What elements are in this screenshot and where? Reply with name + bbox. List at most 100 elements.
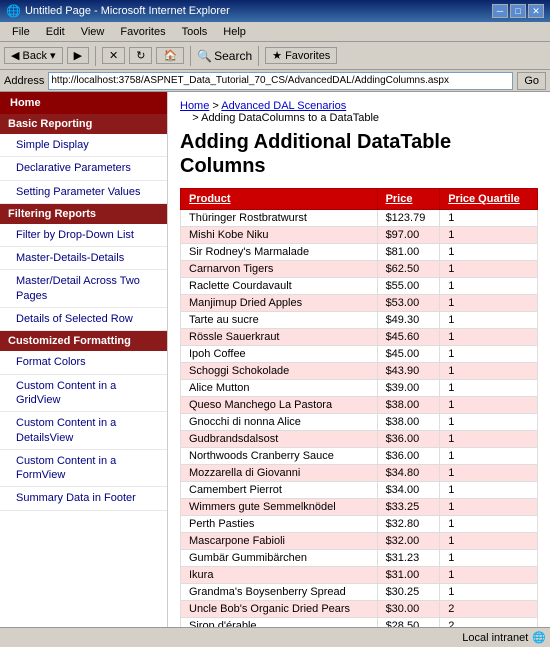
sidebar-home[interactable]: Home	[0, 92, 167, 114]
table-cell: 1	[440, 346, 538, 363]
table-cell: Carnarvon Tigers	[181, 261, 378, 278]
table-cell: Perth Pasties	[181, 516, 378, 533]
table-cell: 1	[440, 227, 538, 244]
menu-tools[interactable]: Tools	[174, 24, 216, 40]
breadcrumb-arrow	[180, 112, 189, 124]
table-row: Mascarpone Fabioli$32.001	[181, 533, 538, 550]
sidebar-item-selected-row[interactable]: Details of Selected Row	[0, 308, 167, 331]
table-cell: Mozzarella di Giovanni	[181, 465, 378, 482]
sidebar-section-customized-formatting: Customized Formatting	[0, 331, 167, 351]
sidebar-item-custom-content-gridview[interactable]: Custom Content in a GridView	[0, 375, 167, 413]
table-cell: 1	[440, 329, 538, 346]
table-row: Northwoods Cranberry Sauce$36.001	[181, 448, 538, 465]
table-cell: $34.00	[377, 482, 440, 499]
home-button[interactable]: 🏠	[156, 47, 184, 64]
window-title: Untitled Page - Microsoft Internet Explo…	[25, 5, 230, 17]
sidebar-item-setting-parameter-values[interactable]: Setting Parameter Values	[0, 181, 167, 204]
table-cell: Grandma's Boysenberry Spread	[181, 584, 378, 601]
table-cell: $39.00	[377, 380, 440, 397]
favorites-button[interactable]: ★ Favorites	[265, 47, 337, 64]
table-cell: $81.00	[377, 244, 440, 261]
menu-favorites[interactable]: Favorites	[112, 24, 173, 40]
table-row: Wimmers gute Semmelknödel$33.251	[181, 499, 538, 516]
sidebar-item-filter-dropdown[interactable]: Filter by Drop-Down List	[0, 224, 167, 247]
sidebar-item-custom-content-detailsview[interactable]: Custom Content in a DetailsView	[0, 412, 167, 450]
table-row: Tarte au sucre$49.301	[181, 312, 538, 329]
table-cell: 1	[440, 533, 538, 550]
page-title: Adding Additional DataTable Columns	[180, 130, 538, 178]
table-cell: 1	[440, 482, 538, 499]
table-cell: 1	[440, 465, 538, 482]
sidebar-item-simple-display[interactable]: Simple Display	[0, 134, 167, 157]
status-bar: Local intranet 🌐	[0, 627, 550, 647]
table-cell: Tarte au sucre	[181, 312, 378, 329]
table-cell: Wimmers gute Semmelknödel	[181, 499, 378, 516]
breadcrumb-home[interactable]: Home	[180, 100, 209, 112]
col-header-price-quartile[interactable]: Price Quartile	[440, 189, 538, 210]
table-cell: $31.00	[377, 567, 440, 584]
stop-button[interactable]: ✕	[102, 47, 125, 64]
table-cell: 1	[440, 550, 538, 567]
toolbar-separator-1	[95, 46, 96, 66]
table-cell: $49.30	[377, 312, 440, 329]
sidebar: Home Basic Reporting Simple Display Decl…	[0, 92, 168, 647]
col-header-price[interactable]: Price	[377, 189, 440, 210]
table-cell: 1	[440, 448, 538, 465]
address-bar: Address Go	[0, 70, 550, 92]
table-row: Sir Rodney's Marmalade$81.001	[181, 244, 538, 261]
menu-edit[interactable]: Edit	[38, 24, 73, 40]
table-cell: $30.00	[377, 601, 440, 618]
table-row: Ipoh Coffee$45.001	[181, 346, 538, 363]
table-cell: Northwoods Cranberry Sauce	[181, 448, 378, 465]
table-cell: $43.90	[377, 363, 440, 380]
title-bar-controls: ─ □ ✕	[492, 4, 544, 18]
table-row: Carnarvon Tigers$62.501	[181, 261, 538, 278]
table-cell: Ikura	[181, 567, 378, 584]
forward-button[interactable]: ▶	[67, 47, 89, 64]
address-input[interactable]	[48, 72, 513, 90]
table-cell: $123.79	[377, 210, 440, 227]
table-row: Mozzarella di Giovanni$34.801	[181, 465, 538, 482]
table-cell: Sir Rodney's Marmalade	[181, 244, 378, 261]
table-cell: 1	[440, 397, 538, 414]
menu-file[interactable]: File	[4, 24, 38, 40]
table-cell: $33.25	[377, 499, 440, 516]
menu-view[interactable]: View	[73, 24, 113, 40]
sidebar-item-summary-data[interactable]: Summary Data in Footer	[0, 487, 167, 510]
address-label: Address	[4, 75, 44, 87]
maximize-button[interactable]: □	[510, 4, 526, 18]
sidebar-item-custom-content-formview[interactable]: Custom Content in a FormView	[0, 450, 167, 488]
table-cell: 1	[440, 567, 538, 584]
table-row: Schoggi Schokolade$43.901	[181, 363, 538, 380]
table-cell: $97.00	[377, 227, 440, 244]
refresh-button[interactable]: ↻	[129, 47, 152, 64]
search-label: Search	[214, 49, 252, 63]
table-cell: Mascarpone Fabioli	[181, 533, 378, 550]
go-button[interactable]: Go	[517, 72, 546, 90]
sidebar-section-filtering-reports: Filtering Reports	[0, 204, 167, 224]
back-button[interactable]: ◀ Back ▾	[4, 47, 63, 64]
table-cell: $62.50	[377, 261, 440, 278]
table-cell: $32.00	[377, 533, 440, 550]
table-row: Rössle Sauerkraut$45.601	[181, 329, 538, 346]
table-cell: 1	[440, 516, 538, 533]
sidebar-item-declarative-parameters[interactable]: Declarative Parameters	[0, 157, 167, 180]
sidebar-item-master-details[interactable]: Master-Details-Details	[0, 247, 167, 270]
table-cell: 1	[440, 380, 538, 397]
table-cell: Queso Manchego La Pastora	[181, 397, 378, 414]
breadcrumb-section[interactable]: Advanced DAL Scenarios	[221, 100, 346, 112]
sidebar-item-format-colors[interactable]: Format Colors	[0, 351, 167, 374]
close-button[interactable]: ✕	[528, 4, 544, 18]
menu-help[interactable]: Help	[215, 24, 254, 40]
toolbar: ◀ Back ▾ ▶ ✕ ↻ 🏠 🔍 Search ★ Favorites	[0, 42, 550, 70]
title-bar-left: 🌐 Untitled Page - Microsoft Internet Exp…	[6, 4, 230, 18]
minimize-button[interactable]: ─	[492, 4, 508, 18]
table-row: Gudbrandsdalsost$36.001	[181, 431, 538, 448]
search-icon: 🔍	[197, 49, 212, 63]
search-area: 🔍 Search	[197, 49, 252, 63]
sidebar-item-master-detail-across[interactable]: Master/Detail Across Two Pages	[0, 270, 167, 308]
col-header-product[interactable]: Product	[181, 189, 378, 210]
sidebar-section-basic-reporting: Basic Reporting	[0, 114, 167, 134]
status-icon: 🌐	[532, 631, 546, 644]
table-cell: $38.00	[377, 397, 440, 414]
